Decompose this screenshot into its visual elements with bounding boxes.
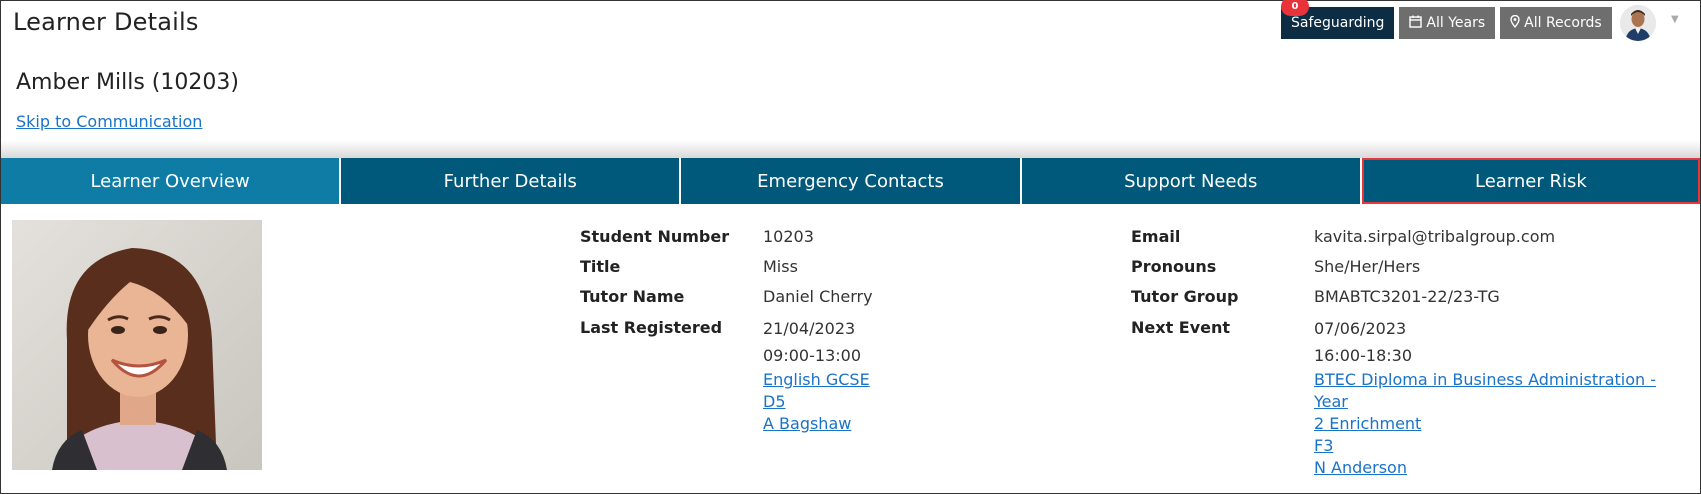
header-shadow-divider [1, 140, 1700, 158]
title-value: Miss [763, 257, 798, 276]
next-event-course-link[interactable]: BTEC Diploma in Business Administration … [1314, 369, 1691, 435]
tab-support-needs[interactable]: Support Needs [1021, 158, 1362, 204]
safeguarding-count-badge: 0 [1281, 0, 1309, 16]
all-records-button[interactable]: All Records [1500, 7, 1612, 39]
title-label: Title [580, 257, 621, 276]
next-event-value: 07/06/2023 16:00-18:30 BTEC Diploma in B… [1314, 315, 1691, 479]
email-label: Email [1131, 227, 1181, 246]
email-value: kavita.sirpal@tribalgroup.com [1314, 227, 1556, 246]
safeguarding-button[interactable]: 0 Safeguarding [1281, 0, 1395, 39]
last-registered-staff-link[interactable]: A Bagshaw [763, 413, 870, 435]
next-event-course-line1: BTEC Diploma in Business Administration … [1314, 370, 1656, 411]
calendar-icon [1409, 15, 1423, 31]
all-years-button[interactable]: All Years [1399, 7, 1496, 39]
skip-to-communication-link[interactable]: Skip to Communication [16, 112, 202, 131]
tutor-group-label: Tutor Group [1131, 287, 1239, 306]
page-title: Learner Details [13, 8, 199, 36]
all-years-label: All Years [1426, 15, 1486, 31]
student-number-value: 10203 [763, 227, 814, 246]
tutor-name-value: Daniel Cherry [763, 287, 873, 306]
last-registered-course-link[interactable]: English GCSE [763, 369, 870, 391]
learner-tabs: Learner Overview Further Details Emergen… [1, 158, 1701, 204]
next-event-room-link[interactable]: F3 [1314, 435, 1691, 457]
tab-learner-risk[interactable]: Learner Risk [1361, 158, 1701, 204]
chevron-down-icon[interactable]: ▼ [1671, 14, 1679, 25]
next-event-course-line2: 2 Enrichment [1314, 414, 1422, 433]
next-event-label: Next Event [1131, 318, 1231, 337]
top-actions: 0 Safeguarding All Years All Records [1281, 0, 1612, 39]
learner-photo [12, 220, 262, 470]
tab-further-details[interactable]: Further Details [341, 158, 682, 204]
next-event-date: 07/06/2023 [1314, 319, 1407, 338]
last-registered-label: Last Registered [580, 318, 723, 337]
user-avatar[interactable] [1620, 5, 1656, 41]
last-registered-time: 09:00-13:00 [763, 346, 861, 365]
tab-emergency-contacts[interactable]: Emergency Contacts [681, 158, 1022, 204]
last-registered-room-link[interactable]: D5 [763, 391, 870, 413]
student-number-label: Student Number [580, 227, 730, 246]
next-event-time: 16:00-18:30 [1314, 346, 1412, 365]
all-records-label: All Records [1524, 15, 1602, 31]
user-avatar-image [1620, 5, 1656, 41]
pronouns-label: Pronouns [1131, 257, 1217, 276]
pronouns-value: She/Her/Hers [1314, 257, 1421, 276]
learner-details-right: Email kavita.sirpal@tribalgroup.com Pron… [1131, 222, 1691, 482]
tutor-name-label: Tutor Name [580, 287, 685, 306]
last-registered-value: 21/04/2023 09:00-13:00 English GCSE D5 A… [763, 315, 870, 435]
learner-details-left: Student Number 10203 Title Miss Tutor Na… [580, 222, 1040, 482]
learner-name: Amber Mills (10203) [16, 70, 239, 95]
map-marker-icon [1510, 14, 1520, 31]
tutor-group-value: BMABTC3201-22/23-TG [1314, 287, 1500, 306]
next-event-staff-link[interactable]: N Anderson [1314, 457, 1691, 479]
tab-learner-overview[interactable]: Learner Overview [1, 158, 342, 204]
safeguarding-label: Safeguarding [1291, 15, 1385, 31]
last-registered-date: 21/04/2023 [763, 319, 856, 338]
